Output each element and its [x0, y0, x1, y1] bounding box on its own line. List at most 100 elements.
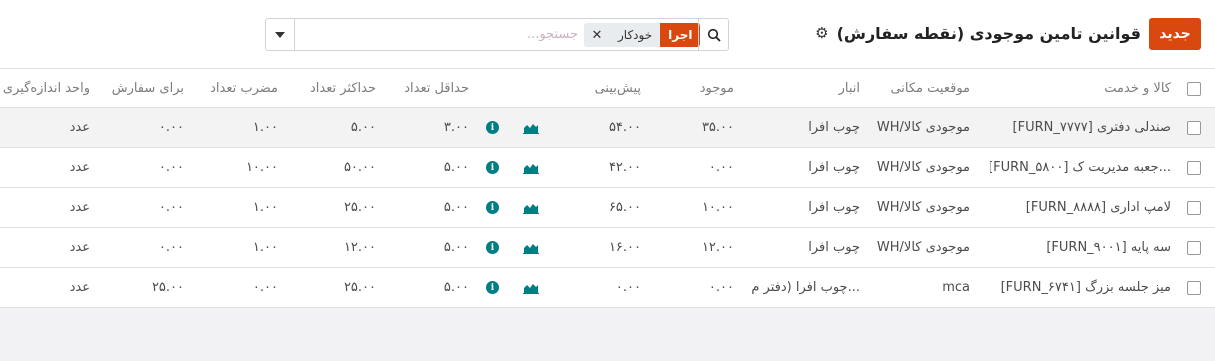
- area-chart-icon[interactable]: [523, 188, 541, 227]
- to-order-cell[interactable]: ۰.۰۰: [100, 148, 184, 187]
- column-header-location[interactable]: موقعیت مکانی: [870, 69, 970, 108]
- close-icon[interactable]: ✕: [584, 23, 610, 47]
- to-order-cell[interactable]: ۰.۰۰: [100, 108, 184, 147]
- on-hand-cell[interactable]: ۱۰.۰۰: [660, 188, 734, 227]
- forecast-cell[interactable]: ۶۵.۰۰: [560, 188, 641, 227]
- row-checkbox[interactable]: [1187, 240, 1201, 255]
- multiple-cell[interactable]: ۰.۰۰: [200, 268, 278, 307]
- table-row[interactable]: [FURN_۶۷۴۱] میز جلسه بزرگ mca چوب افرا (دف…: [0, 268, 1215, 308]
- column-header-forecast[interactable]: پیش‌بینی: [540, 69, 641, 108]
- info-icon-cell[interactable]: i: [486, 228, 500, 267]
- min-qty-cell[interactable]: ۵.۰۰: [400, 148, 469, 187]
- location-cell[interactable]: mca: [870, 268, 970, 307]
- area-chart-icon[interactable]: [523, 108, 541, 147]
- forecast-cell[interactable]: ۴۲.۰۰: [560, 148, 641, 187]
- info-icon-cell[interactable]: i: [486, 188, 500, 227]
- product-cell[interactable]: [FURN_۹۰۰۱] سه پایه: [990, 228, 1171, 267]
- facet-value: خودکار: [610, 23, 661, 47]
- on-hand-cell[interactable]: ۳۵.۰۰: [660, 108, 734, 147]
- location-cell[interactable]: WH/موجودی کالا: [870, 148, 970, 187]
- row-checkbox[interactable]: [1187, 280, 1201, 295]
- row-checkbox[interactable]: [1187, 120, 1201, 135]
- info-icon-cell[interactable]: i: [486, 268, 500, 307]
- column-header-to-order[interactable]: برای سفارش: [100, 69, 184, 108]
- multiple-cell[interactable]: ۱.۰۰: [200, 188, 278, 227]
- select-all-checkbox-cell: [1187, 69, 1203, 108]
- multiple-cell[interactable]: ۱.۰۰: [200, 108, 278, 147]
- row-checkbox-cell: [1187, 148, 1203, 187]
- table-row[interactable]: [FURN_۵۸۰۰] جعبه مدیریت ک... WH/موجودی کا…: [0, 148, 1215, 188]
- column-header-max-qty[interactable]: حداکثر تعداد: [285, 69, 376, 108]
- search-input[interactable]: جستجو...: [527, 27, 578, 42]
- warehouse-cell[interactable]: چوب افرا: [740, 228, 860, 267]
- min-qty-cell[interactable]: ۵.۰۰: [400, 188, 469, 227]
- max-qty-cell[interactable]: ۵۰.۰۰: [300, 148, 376, 187]
- area-chart-icon[interactable]: [523, 148, 541, 187]
- column-header-uom[interactable]: واحد اندازه‌گیری: [0, 69, 90, 108]
- location-cell[interactable]: WH/موجودی کالا: [870, 108, 970, 147]
- uom-cell[interactable]: عدد: [0, 268, 90, 307]
- empty-area: [0, 308, 1215, 361]
- on-hand-cell[interactable]: ۱۲.۰۰: [660, 228, 734, 267]
- max-qty-cell[interactable]: ۲۵.۰۰: [300, 268, 376, 307]
- warehouse-cell[interactable]: چوب افرا: [740, 148, 860, 187]
- to-order-cell[interactable]: ۰.۰۰: [100, 188, 184, 227]
- column-header-multiple[interactable]: مضرب تعداد: [190, 69, 278, 108]
- multiple-cell[interactable]: ۱.۰۰: [200, 228, 278, 267]
- info-circle-icon[interactable]: i: [486, 241, 499, 254]
- column-header-on-hand[interactable]: موجود: [660, 69, 734, 108]
- forecast-cell[interactable]: ۱۶.۰۰: [560, 228, 641, 267]
- max-qty-cell[interactable]: ۱۲.۰۰: [300, 228, 376, 267]
- info-circle-icon[interactable]: i: [486, 121, 499, 134]
- min-qty-cell[interactable]: ۵.۰۰: [400, 268, 469, 307]
- warehouse-cell[interactable]: چوب افرا (دفتر م...: [740, 268, 860, 307]
- uom-cell[interactable]: عدد: [0, 228, 90, 267]
- location-cell[interactable]: WH/موجودی کالا: [870, 228, 970, 267]
- page-title-text: قوانین تامین موجودی (نقطه سفارش): [836, 23, 1141, 43]
- location-cell[interactable]: WH/موجودی کالا: [870, 188, 970, 227]
- row-checkbox-cell: [1187, 268, 1203, 307]
- product-cell[interactable]: [FURN_۷۷۷۷] صندلی دفتری: [990, 108, 1171, 147]
- to-order-cell[interactable]: ۰.۰۰: [100, 228, 184, 267]
- forecast-cell[interactable]: ۵۴.۰۰: [560, 108, 641, 147]
- product-cell[interactable]: [FURN_۸۸۸۸] لامپ اداری: [990, 188, 1171, 227]
- product-cell[interactable]: [FURN_۵۸۰۰] جعبه مدیریت ک...: [990, 148, 1171, 187]
- info-circle-icon[interactable]: i: [486, 161, 499, 174]
- to-order-cell[interactable]: ۲۵.۰۰: [100, 268, 184, 307]
- info-icon-cell[interactable]: i: [486, 108, 500, 147]
- warehouse-cell[interactable]: چوب افرا: [740, 108, 860, 147]
- column-header-product[interactable]: کالا و خدمت: [1010, 69, 1171, 108]
- min-qty-cell[interactable]: ۳.۰۰: [400, 108, 469, 147]
- min-qty-cell[interactable]: ۵.۰۰: [400, 228, 469, 267]
- table-row[interactable]: [FURN_۸۸۸۸] لامپ اداری WH/موجودی کالا چوب …: [0, 188, 1215, 228]
- info-icon-cell[interactable]: i: [486, 148, 500, 187]
- gear-icon[interactable]: ⚙: [815, 24, 828, 42]
- table-row[interactable]: [FURN_۹۰۰۱] سه پایه WH/موجودی کالا چوب افر…: [0, 228, 1215, 268]
- info-circle-icon[interactable]: i: [486, 281, 499, 294]
- search-facet: ✕ خودکار اجرا: [584, 23, 701, 47]
- column-header-min-qty[interactable]: حداقل تعداد: [385, 69, 469, 108]
- uom-cell[interactable]: عدد: [0, 108, 90, 147]
- max-qty-cell[interactable]: ۲۵.۰۰: [300, 188, 376, 227]
- row-checkbox[interactable]: [1187, 160, 1201, 175]
- filter-dropdown-toggle[interactable]: [266, 19, 295, 50]
- max-qty-cell[interactable]: ۵.۰۰: [300, 108, 376, 147]
- info-circle-icon[interactable]: i: [486, 201, 499, 214]
- uom-cell[interactable]: عدد: [0, 188, 90, 227]
- select-all-checkbox[interactable]: [1187, 81, 1201, 96]
- search-button[interactable]: [698, 19, 728, 50]
- multiple-cell[interactable]: ۱۰.۰۰: [200, 148, 278, 187]
- column-header-warehouse[interactable]: انبار: [760, 69, 860, 108]
- new-button[interactable]: جدید: [1149, 18, 1201, 50]
- area-chart-icon[interactable]: [523, 268, 541, 307]
- on-hand-cell[interactable]: ۰.۰۰: [660, 268, 734, 307]
- product-cell[interactable]: [FURN_۶۷۴۱] میز جلسه بزرگ: [990, 268, 1171, 307]
- row-checkbox[interactable]: [1187, 200, 1201, 215]
- uom-cell[interactable]: عدد: [0, 148, 90, 187]
- area-chart-icon[interactable]: [523, 228, 541, 267]
- on-hand-cell[interactable]: ۰.۰۰: [660, 148, 734, 187]
- caret-down-icon: [275, 31, 285, 38]
- table-row[interactable]: [FURN_۷۷۷۷] صندلی دفتری WH/موجودی کالا چوب…: [0, 108, 1215, 148]
- warehouse-cell[interactable]: چوب افرا: [740, 188, 860, 227]
- forecast-cell[interactable]: ۰.۰۰: [560, 268, 641, 307]
